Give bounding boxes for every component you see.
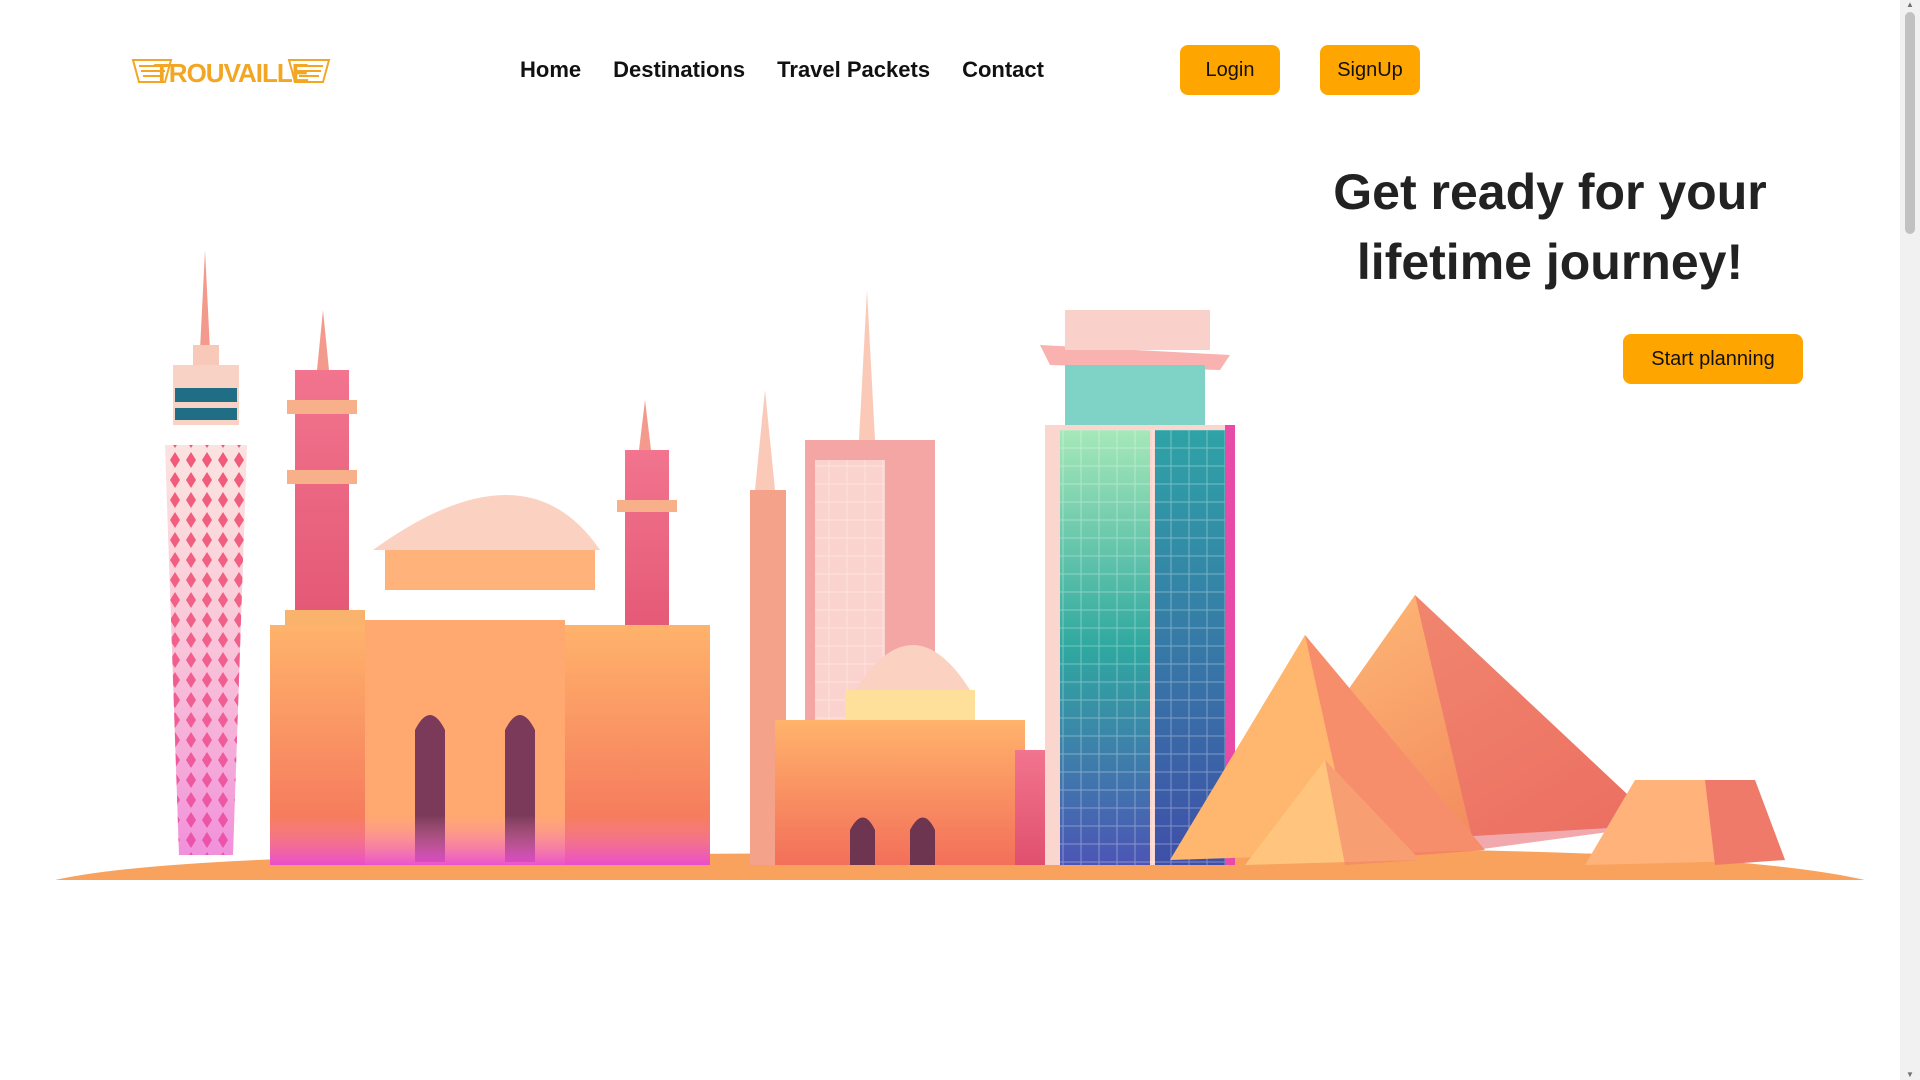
nav-travel-packets[interactable]: Travel Packets <box>777 52 930 88</box>
nav-destinations[interactable]: Destinations <box>613 52 745 88</box>
vertical-scrollbar[interactable]: ▲ ▼ <box>1900 0 1920 1080</box>
login-button[interactable]: Login <box>1180 45 1280 95</box>
pyramids <box>1170 595 1785 865</box>
chevron-down-icon[interactable]: ▼ <box>1904 1070 1916 1080</box>
brand-logo[interactable]: TROUVAILLE <box>131 52 331 92</box>
chevron-up-icon[interactable]: ▲ <box>1904 0 1916 10</box>
brand-name: TROUVAILLE <box>154 58 309 88</box>
scrollbar-thumb[interactable] <box>1905 12 1915 234</box>
glass-tower <box>1040 310 1235 865</box>
signup-button[interactable]: SignUp <box>1320 45 1420 95</box>
nav-contact[interactable]: Contact <box>962 52 1044 88</box>
main-nav: Home Destinations Travel Packets Contact <box>520 52 1044 88</box>
cairo-tower <box>165 250 247 855</box>
nav-home[interactable]: Home <box>520 52 581 88</box>
cairo-skyline-illustration <box>55 250 1865 880</box>
mosque <box>270 310 786 865</box>
page: TROUVAILLE Home Destinations Travel Pack… <box>0 0 1900 1080</box>
hero-title-line1: Get ready for your <box>1333 164 1767 220</box>
